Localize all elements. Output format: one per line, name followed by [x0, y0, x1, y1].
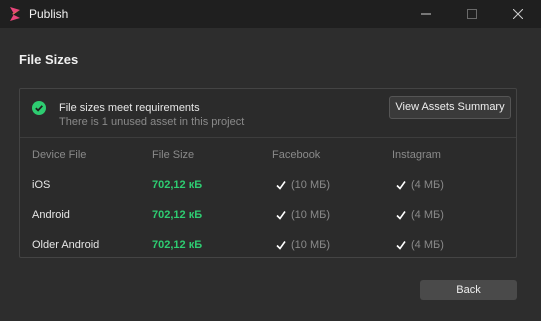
close-icon — [513, 9, 523, 19]
column-header-size: File Size — [152, 149, 195, 161]
minimize-button[interactable] — [403, 0, 449, 28]
window-title: Publish — [29, 7, 69, 21]
column-header-device: Device File — [32, 149, 87, 161]
file-sizes-panel: File sizes meet requirements There is 1 … — [19, 88, 517, 258]
file-size: 702,12 кБ — [152, 239, 203, 251]
facebook-check-icon — [276, 211, 286, 220]
facebook-limit: (10 МБ) — [291, 239, 330, 251]
check-circle-icon — [32, 101, 46, 115]
view-assets-summary-button[interactable]: View Assets Summary — [389, 96, 511, 119]
status-subtitle: There is 1 unused asset in this project — [59, 116, 245, 128]
facebook-limit: (10 МБ) — [291, 179, 330, 191]
status-title: File sizes meet requirements — [59, 102, 200, 114]
device-name: Older Android — [32, 239, 100, 251]
device-name: iOS — [32, 179, 51, 191]
page-title: File Sizes — [19, 52, 79, 67]
maximize-icon — [467, 9, 477, 19]
instagram-check-icon — [396, 241, 406, 250]
file-size: 702,12 кБ — [152, 179, 203, 191]
device-name: Android — [32, 209, 70, 221]
publish-window: Publish File Sizes File sizes meet requi… — [0, 0, 541, 321]
facebook-limit: (10 МБ) — [291, 209, 330, 221]
status-header: File sizes meet requirements There is 1 … — [20, 89, 516, 138]
column-header-instagram: Instagram — [392, 149, 441, 161]
spark-ar-icon — [10, 7, 20, 21]
file-size: 702,12 кБ — [152, 209, 203, 221]
minimize-icon — [421, 13, 431, 15]
title-bar: Publish — [0, 0, 541, 28]
facebook-check-icon — [276, 181, 286, 190]
instagram-check-icon — [396, 181, 406, 190]
column-header-facebook: Facebook — [272, 149, 321, 161]
close-button[interactable] — [495, 0, 541, 28]
back-button[interactable]: Back — [420, 280, 517, 300]
instagram-check-icon — [396, 211, 406, 220]
facebook-check-icon — [276, 241, 286, 250]
maximize-button[interactable] — [449, 0, 495, 28]
instagram-limit: (4 МБ) — [411, 209, 444, 221]
instagram-limit: (4 МБ) — [411, 239, 444, 251]
instagram-limit: (4 МБ) — [411, 179, 444, 191]
